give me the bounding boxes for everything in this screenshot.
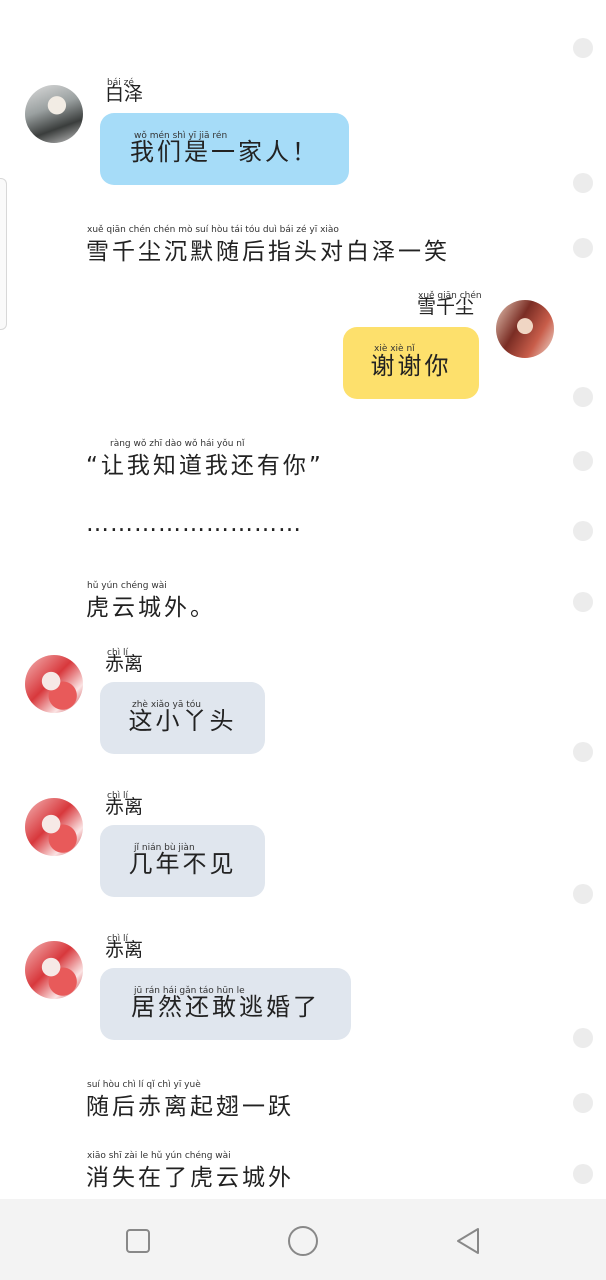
avatar-bai-ze[interactable] (25, 85, 83, 143)
pinyin: wǒ mén shì yī jiā rén (134, 131, 228, 141)
narration-text: 随后赤离起翅一跃 (86, 1094, 294, 1120)
speaker-name: 白泽 (105, 83, 144, 105)
navigation-bar (0, 1199, 606, 1280)
avatar-xue-qianchen[interactable] (496, 300, 554, 358)
pinyin: zhè xiǎo yā tóu (132, 700, 201, 710)
chat-bubble[interactable]: 居然还敢逃婚了 (100, 968, 351, 1040)
message-dot[interactable] (573, 451, 593, 471)
avatar-chi-li[interactable] (25, 655, 83, 713)
triangle-back-icon[interactable] (448, 1221, 488, 1261)
side-edge-handle[interactable] (0, 178, 7, 330)
message-dot[interactable] (573, 1028, 593, 1048)
chat-bubble[interactable]: 我们是一家人！ (100, 113, 349, 185)
speaker-name: 赤离 (105, 796, 144, 818)
message-dot[interactable] (573, 1093, 593, 1113)
speaker-name: 雪千尘 (417, 296, 475, 318)
narration-text: 虎云城外。 (86, 595, 216, 621)
message-dot[interactable] (573, 592, 593, 612)
square-icon[interactable] (118, 1221, 158, 1261)
chat-bubble[interactable]: 几年不见 (100, 825, 265, 897)
pinyin: xiè xiè nǐ (374, 344, 415, 354)
narration-text: 雪千尘沉默随后指头对白泽一笑 (86, 239, 450, 265)
message-dot[interactable] (573, 1164, 593, 1184)
message-dot[interactable] (573, 521, 593, 541)
speaker-name: 赤离 (105, 653, 144, 675)
speaker-name: 赤离 (105, 939, 144, 961)
message-dot[interactable] (573, 884, 593, 904)
chat-bubble[interactable]: 谢谢你 (343, 327, 479, 399)
chat-bubble[interactable]: 这小丫头 (100, 682, 265, 754)
avatar-chi-li[interactable] (25, 941, 83, 999)
message-dot[interactable] (573, 742, 593, 762)
circle-icon[interactable] (283, 1221, 323, 1261)
narration-text: “让我知道我还有你” (86, 453, 324, 479)
narration-text: 消失在了虎云城外 (86, 1165, 294, 1191)
message-dot[interactable] (573, 387, 593, 407)
message-dot[interactable] (573, 238, 593, 258)
pinyin: jū rán hái gǎn táo hūn le (134, 986, 245, 996)
avatar-chi-li[interactable] (25, 798, 83, 856)
message-dot[interactable] (573, 173, 593, 193)
pinyin: jǐ nián bù jiàn (134, 843, 195, 853)
message-dot[interactable] (573, 38, 593, 58)
narration-text: ……………………… (86, 511, 302, 537)
